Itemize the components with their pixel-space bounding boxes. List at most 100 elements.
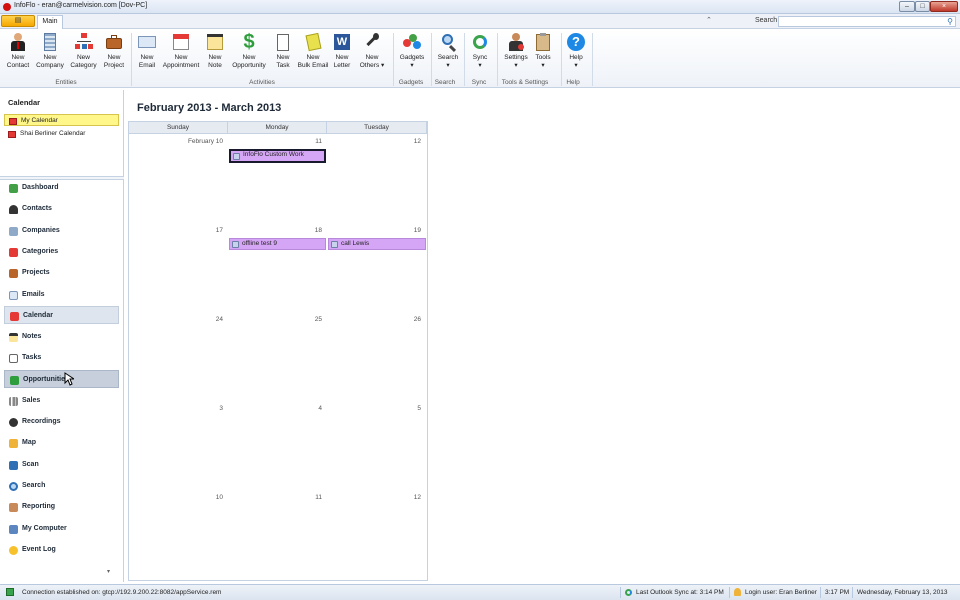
date-cell-number[interactable]: 26	[327, 316, 421, 323]
sidebar-item-scan[interactable]: Scan	[4, 456, 119, 474]
sidebar-item-event-log[interactable]: Event Log	[4, 541, 119, 559]
user-icon	[734, 585, 741, 600]
date-cell-number[interactable]: 12	[327, 138, 421, 145]
day-header-monday: Monday	[228, 122, 327, 134]
login-user-status: Login user: Eran Berliner	[745, 589, 817, 596]
sidebar-item-map[interactable]: Map	[4, 434, 119, 452]
day-header-tuesday: Tuesday	[327, 122, 427, 134]
status-bar: Connection established on: gtcp://192.9.…	[0, 584, 960, 600]
calendar-icon	[171, 32, 191, 52]
scroll-down-icon[interactable]: ▾	[107, 568, 110, 575]
tab-main[interactable]: Main	[37, 15, 63, 29]
sidebar-item-dashboard[interactable]: Dashboard	[4, 179, 119, 197]
calendar-event[interactable]: InfoFlo Custom Work	[229, 149, 326, 163]
bar-chart-icon	[9, 397, 18, 406]
sidebar-item-opportunities[interactable]: Opportunities	[4, 370, 119, 388]
sidebar-item-reporting[interactable]: Reporting	[4, 498, 119, 516]
microphone-icon	[9, 418, 18, 427]
sidebar-item-calendar[interactable]: Calendar	[4, 306, 119, 324]
clipboard-icon	[9, 354, 18, 363]
status-divider	[620, 587, 621, 598]
new-project-button[interactable]: New Project	[101, 32, 127, 70]
connection-status: Connection established on: gtcp://192.9.…	[22, 589, 222, 596]
new-appointment-button[interactable]: New Appointment	[162, 32, 200, 70]
window-title: InfoFlo - eran@carmelvision.com [Dov-PC]	[14, 2, 148, 9]
envelope-icon	[9, 291, 18, 300]
search-icon[interactable]: ⚲	[947, 17, 953, 26]
briefcase-icon	[9, 269, 18, 278]
tools-button[interactable]: Tools ▾	[532, 32, 554, 70]
collapse-ribbon-icon[interactable]: ⌃	[706, 16, 712, 24]
app-logo-icon	[3, 3, 11, 11]
sidebar-item-recordings[interactable]: Recordings	[4, 413, 119, 431]
search-button[interactable]: Search ▾	[435, 32, 461, 70]
date-cell-number[interactable]: 10	[129, 494, 223, 501]
lightbulb-icon	[9, 546, 18, 555]
calendar-item-my-calendar[interactable]: My Calendar	[4, 114, 119, 126]
date-cell-number[interactable]: 17	[129, 227, 223, 234]
calendar-pane-title: Calendar	[8, 98, 41, 107]
status-divider	[820, 587, 821, 598]
new-letter-button[interactable]: W New Letter	[331, 32, 353, 70]
navigation-sidebar: Calendar My Calendar Shai Berliner Calen…	[0, 90, 124, 582]
new-note-button[interactable]: New Note	[204, 32, 226, 70]
date-cell-number[interactable]: 3	[129, 405, 223, 412]
calendar-view: February 2013 - March 2013 Sunday Monday…	[126, 90, 960, 582]
settings-button[interactable]: Settings ▾	[502, 32, 530, 70]
sidebar-item-categories[interactable]: Categories	[4, 243, 119, 261]
reporting-icon	[9, 503, 18, 512]
maximize-button[interactable]: □	[915, 1, 930, 12]
search-input[interactable]: ⚲	[778, 16, 956, 27]
sidebar-item-tasks[interactable]: Tasks	[4, 349, 119, 367]
magnifier-icon	[9, 482, 18, 491]
calendar-item-shai-berliner[interactable]: Shai Berliner Calendar	[4, 128, 119, 140]
group-separator	[592, 33, 593, 86]
new-contact-button[interactable]: New Contact	[5, 32, 31, 70]
date-cell-number[interactable]: 11	[228, 494, 322, 501]
date-cell-number[interactable]: 11	[228, 138, 322, 145]
date-cell-number[interactable]: 18	[228, 227, 322, 234]
date-cell-number[interactable]: 25	[228, 316, 322, 323]
date-cell-number[interactable]: February 10	[129, 138, 223, 145]
hierarchy-icon	[9, 248, 18, 257]
building-icon	[40, 32, 60, 52]
sidebar-item-my-computer[interactable]: My Computer	[4, 520, 119, 538]
date-cell-number[interactable]: 4	[228, 405, 322, 412]
gadgets-icon	[402, 32, 422, 52]
map-icon	[9, 439, 18, 448]
new-email-button[interactable]: New Email	[136, 32, 158, 70]
computer-icon	[9, 525, 18, 534]
sidebar-item-sales[interactable]: Sales	[4, 392, 119, 410]
date-cell-number[interactable]: 5	[327, 405, 421, 412]
date-cell-number[interactable]: 24	[129, 316, 223, 323]
gadgets-button[interactable]: Gadgets ▾	[397, 32, 427, 70]
new-task-button[interactable]: New Task	[272, 32, 294, 70]
app-menu-button[interactable]: ▤	[1, 15, 35, 27]
date-cell-number[interactable]: 12	[327, 494, 421, 501]
help-button[interactable]: ? Help ▾	[565, 32, 587, 70]
date-cell-number[interactable]: 19	[327, 227, 421, 234]
sidebar-item-projects[interactable]: Projects	[4, 264, 119, 282]
minimize-button[interactable]: –	[899, 1, 915, 12]
calendar-icon	[8, 131, 16, 138]
sidebar-item-notes[interactable]: Notes	[4, 328, 119, 346]
sync-button[interactable]: Sync ▾	[468, 32, 492, 70]
sidebar-item-contacts[interactable]: Contacts	[4, 200, 119, 218]
new-bulk-email-button[interactable]: New Bulk Email	[297, 32, 329, 70]
word-document-icon: W	[332, 32, 352, 52]
day-header-sunday: Sunday	[129, 122, 228, 134]
new-opportunity-button[interactable]: $ New Opportunity	[230, 32, 268, 70]
new-others-button[interactable]: New Others ▾	[356, 32, 388, 70]
new-category-button[interactable]: New Category	[68, 32, 99, 70]
microphone-icon	[362, 32, 382, 52]
sidebar-item-emails[interactable]: Emails	[4, 286, 119, 304]
calendar-event[interactable]: offline test 9	[229, 238, 326, 250]
calendar-event[interactable]: call Lewis	[328, 238, 426, 250]
sidebar-item-companies[interactable]: Companies	[4, 222, 119, 240]
calendar-icon	[10, 312, 19, 321]
sidebar-item-search[interactable]: Search	[4, 477, 119, 495]
group-separator	[131, 33, 132, 86]
new-company-button[interactable]: New Company	[35, 32, 65, 70]
dollar-icon: $	[243, 31, 255, 53]
close-button[interactable]: ×	[930, 1, 958, 12]
